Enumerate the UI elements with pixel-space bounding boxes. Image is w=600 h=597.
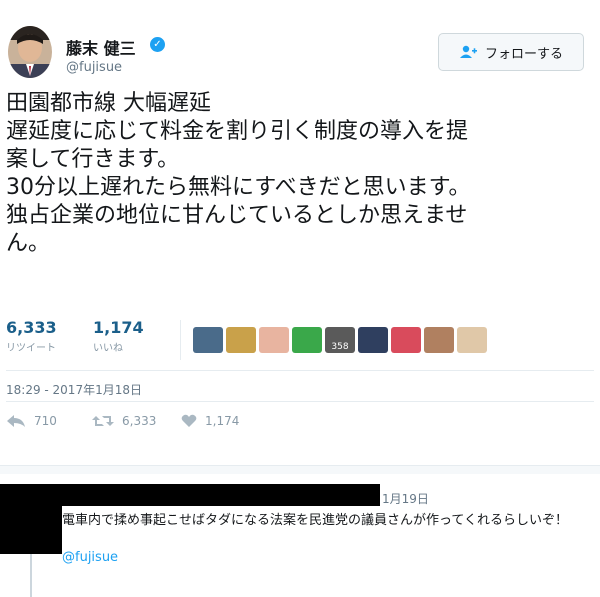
tweet-line: ん。	[6, 231, 51, 256]
retweet-count: 6,333	[122, 414, 157, 428]
tweet-line: 案して行きます。	[6, 147, 180, 172]
liker-avatar[interactable]	[292, 327, 322, 353]
divider	[6, 401, 594, 402]
stats-divider	[180, 320, 181, 360]
retweet-icon	[92, 416, 114, 426]
liker-avatar[interactable]	[424, 327, 454, 353]
likes-count: 1,174	[93, 318, 144, 337]
liker-avatar[interactable]	[358, 327, 388, 353]
liker-badge: 358	[331, 342, 349, 352]
divider	[6, 370, 594, 371]
tweet-line: 遅延度に応じて料金を割り引く制度の導入を提	[6, 119, 469, 144]
reply-count: 710	[34, 414, 57, 428]
reply-text: 電車内で揉め事起こせばタダになる法案を民進党の議員さんが作ってくれるらしいぞ！	[62, 513, 568, 528]
reply-button[interactable]: 710	[6, 414, 57, 428]
verified-badge-icon: ✓	[150, 37, 165, 52]
author-name[interactable]: 藤末 健三	[66, 35, 136, 59]
retweets-count: 6,333	[6, 318, 57, 337]
reply-icon	[7, 415, 25, 427]
tweet-timestamp[interactable]: 18:29 - 2017年1月18日	[6, 381, 142, 398]
likes-label: いいね	[93, 343, 123, 354]
liker-avatar[interactable]	[457, 327, 487, 353]
retweets-stat[interactable]: 6,333 リツイート	[6, 318, 57, 354]
reply-mention-link[interactable]: @fujisue	[62, 550, 118, 565]
retweets-label: リツイート	[6, 343, 56, 354]
liker-avatars: 358	[193, 327, 487, 353]
tweet-line: 独占企業の地位に甘んじているとしか思えませ	[6, 203, 468, 228]
liker-avatar[interactable]	[193, 327, 223, 353]
follow-button-label: フォローする	[484, 46, 563, 62]
redaction-block	[62, 484, 380, 506]
retweet-button[interactable]: 6,333	[92, 414, 156, 428]
liker-avatar[interactable]	[226, 327, 256, 353]
follow-button[interactable]: フォローする	[438, 33, 584, 71]
follow-user-icon	[459, 45, 477, 58]
liker-avatar[interactable]	[391, 327, 421, 353]
section-divider	[0, 465, 600, 474]
tweet-line: 田園都市線 大幅遅延	[6, 91, 211, 116]
author-handle[interactable]: @fujisue	[66, 60, 122, 75]
like-count: 1,174	[205, 414, 240, 428]
like-button[interactable]: 1,174	[181, 414, 239, 428]
reply-date[interactable]: 1月19日	[382, 490, 429, 507]
tweet-line: 30分以上遅れたら無料にすべきだと思います。	[6, 175, 471, 200]
liker-avatar[interactable]	[259, 327, 289, 353]
liker-avatar[interactable]: 358	[325, 327, 355, 353]
thread-line	[30, 554, 32, 597]
author-avatar[interactable]	[8, 26, 52, 78]
likes-stat[interactable]: 1,174 いいね	[93, 318, 144, 354]
tweet-text: 田園都市線 大幅遅延 遅延度に応じて料金を割り引く制度の導入を提 案して行きます…	[6, 90, 600, 258]
redaction-block	[0, 484, 62, 554]
heart-icon	[181, 414, 197, 427]
